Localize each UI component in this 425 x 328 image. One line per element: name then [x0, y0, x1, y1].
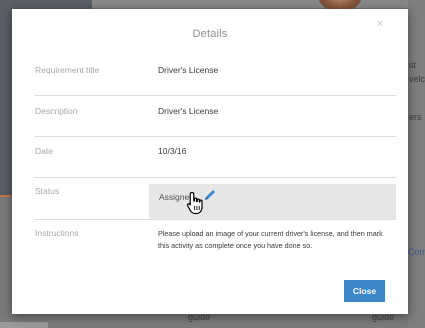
divider [34, 177, 396, 178]
instructions-label: Instructions [35, 228, 79, 238]
background-text-fragment: velc [409, 74, 425, 84]
background-link-fragment: Com [408, 247, 425, 257]
close-icon[interactable]: × [377, 18, 383, 30]
status-label: Status [35, 186, 60, 196]
background-bottom-bar [0, 322, 48, 328]
requirement-title-value: Driver's License [158, 65, 219, 75]
divider [34, 136, 396, 137]
details-modal: Details × Requirement title Driver's Lic… [12, 9, 408, 314]
divider [34, 219, 396, 220]
instructions-value: Please upload an image of your current d… [158, 229, 383, 250]
background-text-fragment: st [409, 60, 417, 70]
date-label: Date [35, 146, 53, 156]
background-top-strip [92, 0, 425, 8]
date-value: 10/3/16 [158, 146, 187, 156]
close-button[interactable]: Close [344, 280, 385, 302]
description-value: Driver's License [158, 106, 219, 116]
hand-cursor-icon [186, 191, 206, 215]
background-right-column [408, 0, 425, 328]
requirement-title-label: Requirement title [35, 65, 100, 75]
divider [34, 95, 396, 96]
background-text-fragment: ers [409, 112, 422, 122]
modal-title: Details [192, 28, 228, 40]
description-label: Description [35, 106, 78, 116]
